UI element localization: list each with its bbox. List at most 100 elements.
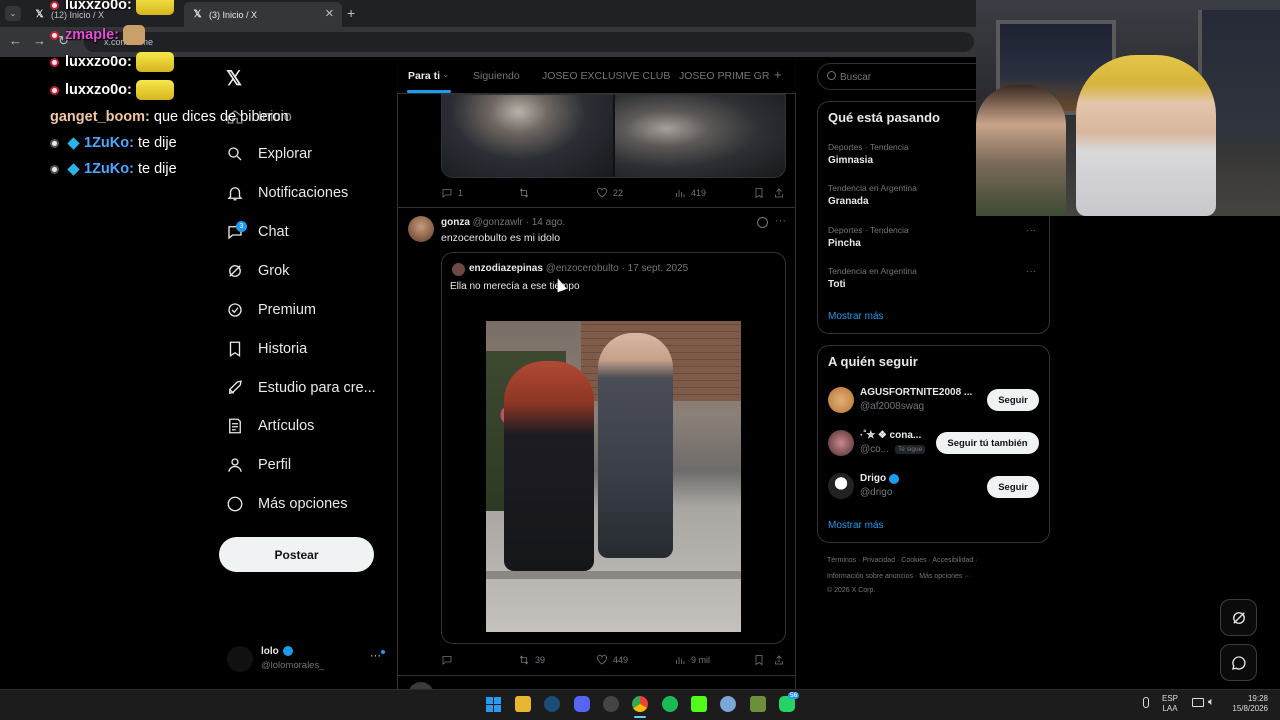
network-icon[interactable]: [1192, 698, 1204, 707]
x-logo-icon: 𝕏: [193, 9, 202, 20]
views-count: 9 mil: [691, 655, 711, 665]
share-button[interactable]: [773, 654, 785, 666]
nav-item-more[interactable]: Más opciones: [226, 495, 347, 513]
kick-icon[interactable]: [691, 696, 707, 712]
nav-item-notifications[interactable]: Notificaciones: [226, 184, 348, 202]
nav-label: Explorar: [258, 146, 312, 162]
bookmark-button[interactable]: [753, 187, 765, 199]
footer-links[interactable]: Términos · Privacidad · Cookies · Accesi…: [827, 557, 978, 564]
nav-item-bookmarks[interactable]: Historia: [226, 340, 307, 358]
obs-icon[interactable]: [603, 696, 619, 712]
messages-floating-button[interactable]: [1220, 644, 1257, 681]
file-explorer-icon[interactable]: [515, 696, 531, 712]
trends-show-more-link[interactable]: Mostrar más: [828, 311, 884, 322]
tab-for-you[interactable]: Para ti: [408, 70, 440, 82]
steam-icon[interactable]: [544, 696, 560, 712]
grok-icon[interactable]: [757, 217, 768, 228]
bookmark-button[interactable]: [753, 654, 765, 666]
nav-item-articles[interactable]: Artículos: [226, 417, 314, 435]
url-field[interactable]: x.com/home: [84, 32, 974, 52]
chevron-down-icon[interactable]: ⌄: [442, 69, 450, 80]
quoted-post[interactable]: enzodiazepinas @enzocerobulto · 17 sept.…: [441, 252, 786, 644]
webcam-person-right: [1076, 55, 1216, 216]
windows-start-icon[interactable]: [486, 697, 501, 712]
discord-icon[interactable]: [574, 696, 590, 712]
follow-suggestion-name[interactable]: AGUSFORTNITE2008 ...: [860, 387, 972, 398]
post-more-icon[interactable]: ···: [775, 215, 786, 227]
trend-category: Deportes · Tendencia: [828, 225, 909, 235]
tab-list-button[interactable]: ⌄: [5, 6, 21, 21]
avatar[interactable]: [828, 387, 854, 413]
trend-item-name[interactable]: Toti: [828, 279, 846, 290]
nav-item-home[interactable]: Inicio: [226, 108, 292, 126]
follow-show-more-link[interactable]: Mostrar más: [828, 520, 884, 531]
reply-button[interactable]: [441, 654, 453, 666]
nav-item-profile[interactable]: Perfil: [226, 456, 291, 474]
sub-badge-icon: [67, 162, 80, 176]
post-avatar[interactable]: [408, 216, 434, 242]
nav-item-grok[interactable]: Grok: [226, 262, 289, 280]
account-switcher[interactable]: lolo @lolomorales_ ···: [227, 644, 387, 674]
share-button[interactable]: [773, 187, 785, 199]
trend-item-name[interactable]: Pincha: [828, 238, 861, 249]
quote-author-name: enzodiazepinas: [469, 263, 543, 274]
language-indicator[interactable]: ESP LAA: [1162, 694, 1178, 714]
nav-label: Artículos: [258, 418, 315, 434]
post-button[interactable]: Postear: [219, 537, 374, 572]
chat-message: luxxzo0o:: [50, 52, 174, 72]
nav-item-premium[interactable]: Premium: [226, 301, 316, 319]
cursor-app-icon[interactable]: [720, 696, 736, 712]
chrome-icon[interactable]: [632, 696, 648, 712]
forward-icon[interactable]: →: [33, 33, 46, 48]
clock-time: 19:28: [1247, 694, 1268, 703]
volume-icon[interactable]: 🔈︎: [1208, 696, 1215, 709]
trend-item-name[interactable]: Gimnasia: [828, 155, 873, 166]
repost-button[interactable]: [518, 187, 530, 199]
avatar: [227, 646, 253, 672]
post-author-handle[interactable]: @gonzawlr: [473, 217, 523, 228]
footer-links[interactable]: Información sobre anuncios · Más opcione…: [827, 573, 971, 580]
browser-tab-2[interactable]: 𝕏 (3) Inicio / X ✕: [184, 2, 342, 27]
previous-post-media[interactable]: [441, 94, 786, 178]
search-icon: [228, 147, 242, 161]
close-tab-icon[interactable]: ✕: [325, 7, 334, 20]
active-tab-indicator: [407, 90, 451, 93]
tab-following[interactable]: Siguiendo: [473, 70, 520, 82]
post-author-name[interactable]: gonza: [441, 217, 470, 228]
reply-count: 1: [458, 188, 464, 198]
photo-curb: [486, 571, 741, 579]
post-time[interactable]: · 14 ago.: [526, 217, 565, 228]
x-logo-icon[interactable]: 𝕏: [226, 66, 242, 91]
tab-list-joseo-exclusive[interactable]: JOSEO EXCLUSIVE CLUB: [542, 70, 670, 82]
trend-more-icon[interactable]: ···: [1026, 266, 1036, 277]
back-icon[interactable]: ←: [9, 33, 22, 48]
reply-button[interactable]: 1: [441, 187, 463, 199]
like-button[interactable]: 449: [596, 654, 628, 666]
quote-photo[interactable]: [486, 304, 741, 632]
microphone-icon[interactable]: [1143, 697, 1149, 708]
follow-button[interactable]: Seguir: [987, 389, 1039, 411]
spotify-icon[interactable]: [662, 696, 678, 712]
grok-floating-button[interactable]: [1220, 599, 1257, 636]
views-button[interactable]: 419: [674, 187, 706, 199]
nav-item-explore[interactable]: Explorar: [226, 145, 312, 163]
clock[interactable]: 19:28 15/8/2026: [1226, 694, 1268, 714]
more-dots-icon[interactable]: ···: [370, 650, 381, 662]
follow-button[interactable]: Seguir: [987, 476, 1039, 498]
like-button[interactable]: 22: [596, 187, 623, 199]
new-tab-button[interactable]: +: [347, 5, 355, 21]
trend-more-icon[interactable]: ···: [1026, 225, 1036, 236]
views-button[interactable]: 9 mil: [674, 654, 710, 666]
add-tab-icon[interactable]: +: [774, 67, 782, 82]
minecraft-icon[interactable]: [750, 696, 766, 712]
trend-item-name[interactable]: Granada: [828, 196, 869, 207]
nav-item-creator-studio[interactable]: Estudio para cre...: [226, 379, 376, 397]
avatar[interactable]: [828, 430, 854, 456]
follow-suggestion-name[interactable]: ·˚✮ ❖ cona...: [860, 430, 921, 441]
follow-back-button[interactable]: Seguir tú también: [936, 432, 1039, 454]
tab-list-joseo-prime[interactable]: JOSEO PRIME GR: [679, 70, 769, 82]
follow-suggestion-name[interactable]: Drigo: [860, 473, 886, 484]
sub-badge-icon: [67, 136, 80, 150]
repost-button[interactable]: 39: [518, 654, 545, 666]
avatar[interactable]: [828, 473, 854, 499]
